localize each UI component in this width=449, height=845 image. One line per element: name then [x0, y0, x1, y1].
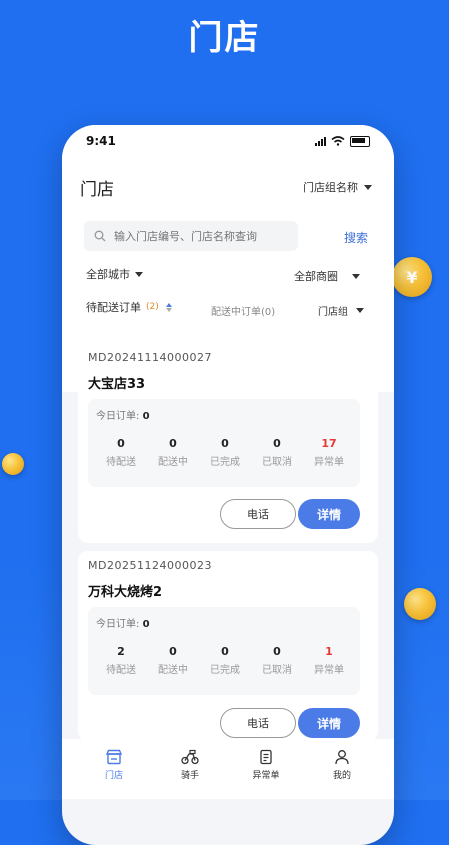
signal-icon	[315, 136, 326, 146]
abnormal-order-icon	[260, 749, 272, 765]
store-icon	[105, 749, 123, 765]
stat-abnormal: 17 异常单	[314, 437, 344, 468]
tab-pending-label: 待配送订单	[86, 301, 141, 314]
phone-button[interactable]: 电话	[220, 708, 296, 738]
stat-delivering: 0 配送中	[158, 437, 188, 468]
tab-store[interactable]: 门店	[84, 739, 144, 799]
today-orders-count: 0	[142, 411, 150, 422]
status-time: 9:41	[86, 134, 116, 148]
stat-delivering: 0 配送中	[158, 645, 188, 676]
tab-abnormal-orders[interactable]: 异常单	[236, 739, 296, 799]
tab-rider[interactable]: 骑手	[160, 739, 220, 799]
chevron-down-icon	[352, 273, 360, 279]
stat-completed: 0 已完成	[210, 645, 240, 676]
status-bar: 9:41	[62, 125, 394, 157]
phone-frame: 9:41 门店 门店组名称 搜索 全部城市 全部商圈 待配送订单 (2)	[62, 125, 394, 845]
coin-icon	[404, 588, 436, 620]
detail-button[interactable]: 详情	[298, 499, 360, 529]
stat-abnormal: 1 异常单	[314, 645, 344, 676]
profile-icon	[335, 750, 349, 765]
store-name: 大宝店33	[88, 377, 146, 392]
city-filter[interactable]: 全部城市	[86, 266, 143, 282]
battery-icon	[350, 135, 370, 147]
chevron-down-icon	[356, 308, 364, 313]
stat-cancelled: 0 已取消	[262, 645, 292, 676]
tab-delivering-label: 配送中订单(0)	[211, 307, 276, 318]
tab-profile[interactable]: 我的	[312, 739, 372, 799]
store-group-label: 门店组名称	[303, 181, 358, 194]
store-code: MD20241114000027	[88, 351, 212, 364]
area-filter[interactable]: 全部商圈	[294, 268, 360, 284]
area-filter-label: 全部商圈	[294, 270, 338, 283]
stat-cancelled: 0 已取消	[262, 437, 292, 468]
store-code: MD20251124000023	[88, 559, 212, 572]
coin-icon: ¥	[392, 257, 432, 297]
search-button[interactable]: 搜索	[344, 229, 368, 246]
promo-title: 门店	[188, 18, 261, 58]
stat-completed: 0 已完成	[210, 437, 240, 468]
tab-pending-orders[interactable]: 待配送订单 (2)	[86, 299, 172, 315]
stats-box: 今日订单: 0 2 待配送 0 配送中 0 已完成 0 已取消 1 异常单	[88, 607, 360, 695]
tab-pending-count: (2)	[146, 302, 159, 312]
coin-icon	[2, 453, 24, 475]
today-orders: 今日订单: 0	[96, 619, 150, 630]
phone-button[interactable]: 电话	[220, 499, 296, 529]
bottom-tabbar: 门店 骑手 异常单 我的	[62, 739, 394, 799]
today-orders: 今日订单: 0	[96, 411, 150, 422]
chevron-down-icon	[364, 184, 372, 190]
store-group-dropdown[interactable]: 门店组名称	[303, 179, 372, 195]
detail-button[interactable]: 详情	[298, 708, 360, 738]
tab-rider-label: 骑手	[180, 771, 199, 781]
tab-abnormal-label: 异常单	[252, 771, 280, 781]
search-box[interactable]	[84, 221, 298, 251]
store-card: MD20251124000023 万科大烧烤2 今日订单: 0 2 待配送 0 配送…	[78, 551, 378, 741]
wifi-icon	[331, 136, 345, 146]
store-card: MD20241114000027 大宝店33 今日订单: 0 0 待配送 0 配送中…	[78, 343, 378, 543]
rider-icon	[181, 749, 199, 765]
today-orders-count: 0	[142, 619, 150, 630]
stat-pending: 0 待配送	[106, 437, 136, 468]
city-filter-label: 全部城市	[86, 268, 130, 281]
stat-pending: 2 待配送	[106, 645, 136, 676]
store-group-filter-label: 门店组	[318, 307, 348, 318]
chevron-down-icon	[135, 271, 143, 277]
tab-delivering-orders[interactable]: 配送中订单(0)	[211, 303, 275, 318]
page-title: 门店	[80, 180, 114, 200]
store-group-filter[interactable]: 门店组	[318, 303, 364, 318]
search-input[interactable]	[112, 228, 296, 244]
sort-icon	[165, 302, 172, 312]
store-name: 万科大烧烤2	[88, 585, 163, 600]
tab-store-label: 门店	[104, 771, 123, 781]
search-icon	[94, 230, 106, 242]
stats-box: 今日订单: 0 0 待配送 0 配送中 0 已完成 0 已取消 17 异常单	[88, 399, 360, 487]
tab-profile-label: 我的	[332, 771, 351, 781]
